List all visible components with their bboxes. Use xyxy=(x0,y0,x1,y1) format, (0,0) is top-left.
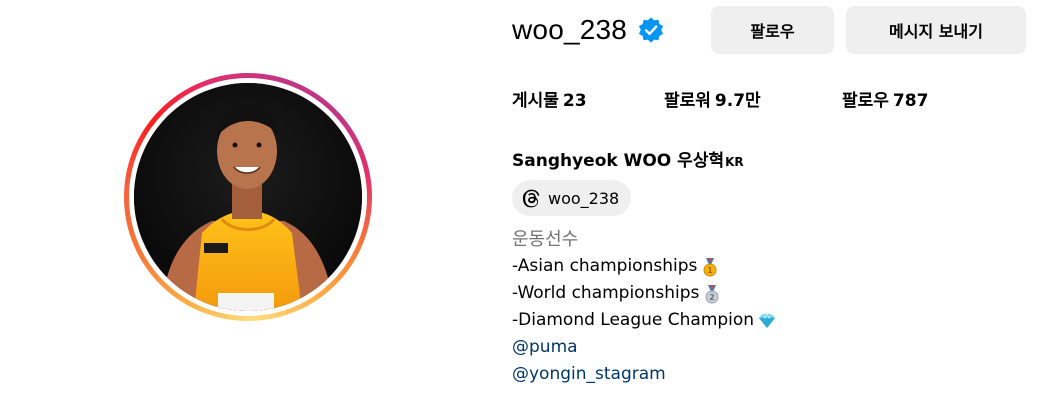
username: woo_238 xyxy=(512,14,628,45)
followers-count[interactable]: 팔로워 9.7만 xyxy=(664,86,761,111)
avatar[interactable] xyxy=(134,83,362,311)
posts-number: 23 xyxy=(562,91,587,111)
message-button[interactable]: 메시지 보내기 xyxy=(846,6,1026,54)
following-count[interactable]: 팔로우 787 xyxy=(842,86,928,111)
story-ring[interactable] xyxy=(124,73,372,321)
bio-link-yongin[interactable]: @yongin_stagram xyxy=(512,361,666,388)
posts-count: 게시물 23 xyxy=(512,86,587,111)
full-name-suffix: KR xyxy=(725,155,744,169)
followers-label: 팔로워 xyxy=(664,91,711,111)
svg-text:1: 1 xyxy=(708,266,714,275)
verified-badge-icon xyxy=(639,17,664,43)
bio-line: -World championships 2 xyxy=(512,280,777,307)
gold-medal-icon: 1 xyxy=(703,257,717,276)
category-label: 운동선수 xyxy=(512,229,579,250)
threads-link[interactable]: woo_238 xyxy=(512,180,632,216)
silver-medal-icon: 2 xyxy=(705,284,719,303)
followers-number: 9.7만 xyxy=(714,91,761,111)
following-label: 팔로우 xyxy=(842,91,889,111)
threads-handle: woo_238 xyxy=(548,188,620,208)
bio-line: -Diamond League Champion xyxy=(512,307,777,334)
diamond-icon xyxy=(759,312,776,328)
profile-header: woo_238 xyxy=(512,6,665,54)
follow-button[interactable]: 팔로우 xyxy=(711,6,834,54)
full-name: Sanghyeok WOO 우상혁KR xyxy=(512,146,744,171)
avatar-border xyxy=(129,78,367,316)
bio-link-puma[interactable]: @puma xyxy=(512,334,578,361)
posts-label: 게시물 xyxy=(512,91,559,111)
bio-line-text: -Asian championships xyxy=(512,256,698,276)
bio-line-text: -Diamond League Champion xyxy=(512,310,755,330)
threads-icon xyxy=(522,189,540,208)
bio-line-text: -World championships xyxy=(512,283,700,303)
bio-line: -Asian championships 1 xyxy=(512,253,777,280)
svg-text:2: 2 xyxy=(710,293,716,302)
bio: 운동선수 -Asian championships 1 -World champ… xyxy=(512,226,777,388)
following-number: 787 xyxy=(892,91,929,111)
full-name-text: Sanghyeok WOO 우상혁 xyxy=(512,151,725,171)
